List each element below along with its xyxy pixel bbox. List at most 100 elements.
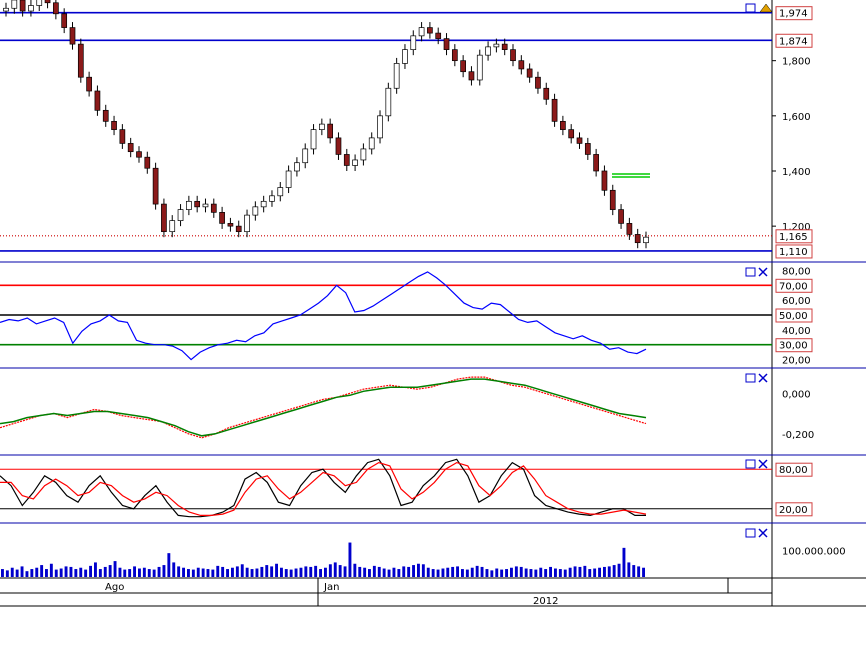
candle xyxy=(136,146,142,163)
candle xyxy=(551,93,558,127)
volume-bar xyxy=(554,568,557,577)
price-level-lines xyxy=(0,11,772,252)
oscillator-tick-label: -0,200 xyxy=(782,430,814,441)
panel-controls[interactable] xyxy=(745,3,773,13)
candle xyxy=(86,71,92,97)
volume-bar xyxy=(324,567,327,577)
volume-bar xyxy=(231,567,234,577)
volume-bar xyxy=(240,564,244,577)
rsi-panel: 80,00 60,00 40,00 20,00 70,00 50,00 30,00 xyxy=(0,266,813,367)
candle xyxy=(576,132,583,149)
rsi-axis: 80,00 60,00 40,00 20,00 70,00 50,00 30,00 xyxy=(775,266,813,367)
panel-controls[interactable] xyxy=(745,528,768,538)
close-icon[interactable] xyxy=(758,459,768,469)
candle xyxy=(77,38,84,83)
volume-bar xyxy=(177,566,181,577)
candle xyxy=(593,148,599,177)
volume-bar xyxy=(294,568,298,577)
volume-bar xyxy=(211,569,215,577)
rsi-level-label: 30,00 xyxy=(779,341,808,352)
candle xyxy=(310,124,317,155)
volume-bar xyxy=(328,564,332,577)
volume-bar xyxy=(426,567,430,577)
panel-maximize-icon[interactable] xyxy=(745,373,756,383)
volume-bar xyxy=(304,566,308,577)
panel-controls[interactable] xyxy=(745,267,768,277)
volume-bar xyxy=(642,567,645,577)
candle xyxy=(69,22,76,50)
candle xyxy=(393,57,400,94)
alert-bell-icon[interactable] xyxy=(759,3,773,13)
close-icon[interactable] xyxy=(758,267,768,277)
candle xyxy=(435,27,442,45)
volume-bar xyxy=(470,567,474,577)
candle xyxy=(294,157,300,177)
volume-bar xyxy=(514,566,518,577)
volume-bar xyxy=(534,569,538,577)
volume-bar xyxy=(162,565,166,577)
volume-bar xyxy=(382,568,386,577)
month-label-ago: Ago xyxy=(105,582,124,593)
volume-bar xyxy=(568,567,572,577)
oscillator-green-line xyxy=(0,378,647,437)
volume-bar xyxy=(172,562,176,577)
volume-bar xyxy=(299,567,303,577)
candle xyxy=(44,0,51,9)
volume-bar xyxy=(221,566,225,577)
volume-bar xyxy=(20,566,24,577)
price-level-label: 1,974 xyxy=(779,9,808,20)
volume-bar xyxy=(113,561,117,577)
volume-bar xyxy=(637,566,641,577)
volume-bar xyxy=(397,569,401,577)
volume-bar xyxy=(59,568,63,577)
volume-bar xyxy=(245,567,249,577)
panel-maximize-icon[interactable] xyxy=(745,459,756,469)
candle xyxy=(451,44,458,67)
volume-bar xyxy=(275,563,278,577)
stochastic-axis: 80,00 20,00 xyxy=(775,462,813,517)
volume-bar xyxy=(338,565,342,577)
panel-maximize-icon[interactable] xyxy=(745,3,756,13)
candle xyxy=(485,41,491,61)
volume-bar xyxy=(603,566,606,577)
oscillator-axis: 0,000 -0,200 xyxy=(782,389,814,440)
panel-controls[interactable] xyxy=(745,459,768,469)
candle xyxy=(626,217,633,240)
volume-bar xyxy=(441,568,445,577)
candle xyxy=(360,143,367,166)
rsi-tick-label: 40,00 xyxy=(782,326,811,337)
candle xyxy=(501,38,508,56)
candle xyxy=(102,104,109,127)
candle xyxy=(285,165,292,194)
volume-bar xyxy=(519,566,523,577)
candle xyxy=(53,0,59,20)
panel-controls[interactable] xyxy=(745,373,768,383)
panel-maximize-icon[interactable] xyxy=(745,267,756,277)
volume-bar xyxy=(480,566,484,577)
price-level-label: 1,874 xyxy=(779,36,808,47)
oscillator-panel: 0,000 -0,200 xyxy=(0,373,814,441)
price-level-label: 1,165 xyxy=(779,232,808,243)
price-tick-label: 1,400 xyxy=(782,167,811,178)
candle xyxy=(560,115,566,136)
close-icon[interactable] xyxy=(758,373,768,383)
candle xyxy=(302,143,309,169)
volume-bar xyxy=(94,562,97,577)
panel-maximize-icon[interactable] xyxy=(745,528,756,538)
candle xyxy=(11,0,18,14)
volume-bar xyxy=(98,569,102,577)
candle xyxy=(127,137,134,158)
price-extras xyxy=(612,173,650,178)
oscillator-tick-label: 0,000 xyxy=(782,389,811,400)
volume-bar xyxy=(593,568,597,577)
stochastic-panel: 80,00 20,00 xyxy=(0,458,813,518)
volume-bar xyxy=(157,566,161,577)
volume-bar xyxy=(118,567,122,577)
volume-bar xyxy=(103,566,107,577)
candle xyxy=(210,198,217,218)
volume-bar xyxy=(182,567,185,577)
candle xyxy=(36,0,43,12)
candle xyxy=(535,71,541,94)
volume-bar xyxy=(588,569,592,577)
close-icon[interactable] xyxy=(758,528,768,538)
